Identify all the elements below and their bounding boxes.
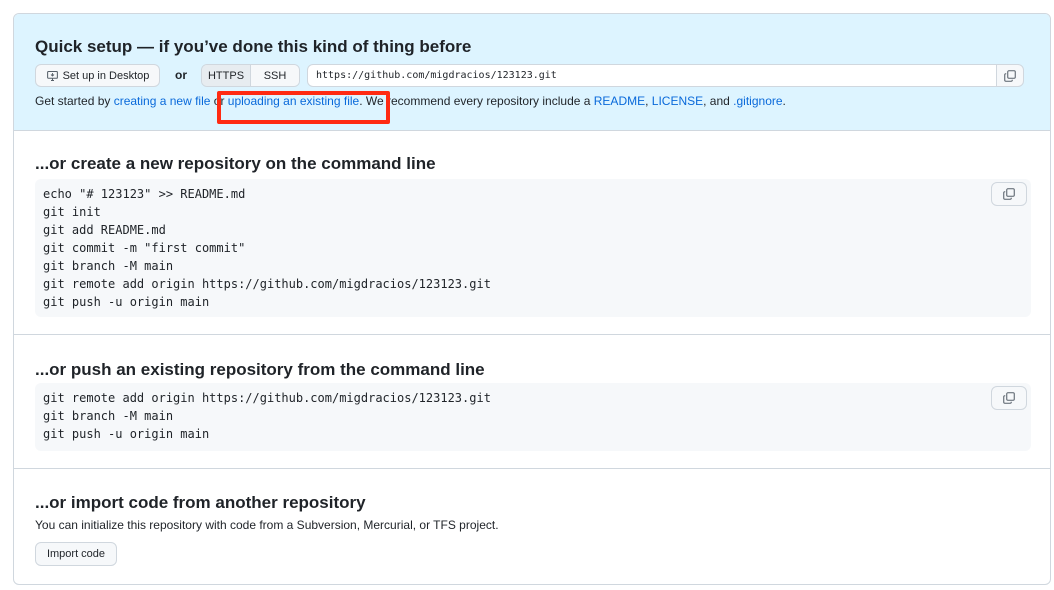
gitignore-link[interactable]: .gitignore <box>733 94 782 108</box>
quick-setup-box: Quick setup — if you’ve done this kind o… <box>13 13 1051 585</box>
setup-desktop-label: Set up in Desktop <box>62 69 150 82</box>
push-code-block: git remote add origin https://github.com… <box>35 383 1031 451</box>
create-section-title: ...or create a new repository on the com… <box>35 154 436 173</box>
copy-create-button[interactable] <box>991 182 1027 206</box>
push-repo-section: ...or push an existing repository from t… <box>14 335 1050 469</box>
code-line: git push -u origin main <box>43 295 210 309</box>
copy-icon <box>1004 69 1016 82</box>
get-started-prefix: Get started by <box>35 94 114 108</box>
code-line: git push -u origin main <box>43 427 210 441</box>
copy-icon <box>1003 188 1015 200</box>
copy-url-button[interactable] <box>996 64 1024 87</box>
import-section-title: ...or import code from another repositor… <box>35 493 366 512</box>
code-line: echo "# 123123" >> README.md <box>43 187 246 201</box>
import-description: You can initialize this repository with … <box>35 518 499 532</box>
or-text: or <box>175 68 187 82</box>
code-line: git remote add origin https://github.com… <box>43 391 491 405</box>
get-started-suffix: . We recommend every repository include … <box>359 94 594 108</box>
sep2: , and <box>703 94 734 108</box>
https-tab[interactable]: HTTPS <box>202 65 251 86</box>
license-link[interactable]: LICENSE <box>652 94 703 108</box>
create-file-link[interactable]: creating a new file <box>114 94 211 108</box>
create-code-block: echo "# 123123" >> README.md git init gi… <box>35 179 1031 317</box>
protocol-toggle: HTTPS SSH <box>201 64 300 87</box>
import-code-button[interactable]: Import code <box>35 542 117 566</box>
desktop-icon <box>46 70 58 81</box>
get-started-text: Get started by creating a new file or up… <box>35 94 786 108</box>
get-started-end: . <box>782 94 786 108</box>
code-line: git remote add origin https://github.com… <box>43 277 491 291</box>
copy-icon <box>1003 392 1015 404</box>
push-section-title: ...or push an existing repository from t… <box>35 360 485 379</box>
setup-desktop-button[interactable]: Set up in Desktop <box>35 64 160 87</box>
sep1: , <box>645 94 652 108</box>
quick-setup-panel: Quick setup — if you’ve done this kind o… <box>14 14 1050 131</box>
ssh-tab[interactable]: SSH <box>251 65 299 86</box>
code-line: git branch -M main <box>43 259 174 273</box>
code-line: git add README.md <box>43 223 166 237</box>
code-line: git init <box>43 205 101 219</box>
clone-url-input[interactable] <box>307 64 1023 87</box>
create-repo-section: ...or create a new repository on the com… <box>14 131 1050 335</box>
readme-link[interactable]: README <box>594 94 645 108</box>
code-line: git branch -M main <box>43 409 174 423</box>
copy-push-button[interactable] <box>991 386 1027 410</box>
code-line: git commit -m "first commit" <box>43 241 246 255</box>
quick-setup-title: Quick setup — if you’ve done this kind o… <box>35 37 472 56</box>
red-annotation-box <box>217 91 390 124</box>
